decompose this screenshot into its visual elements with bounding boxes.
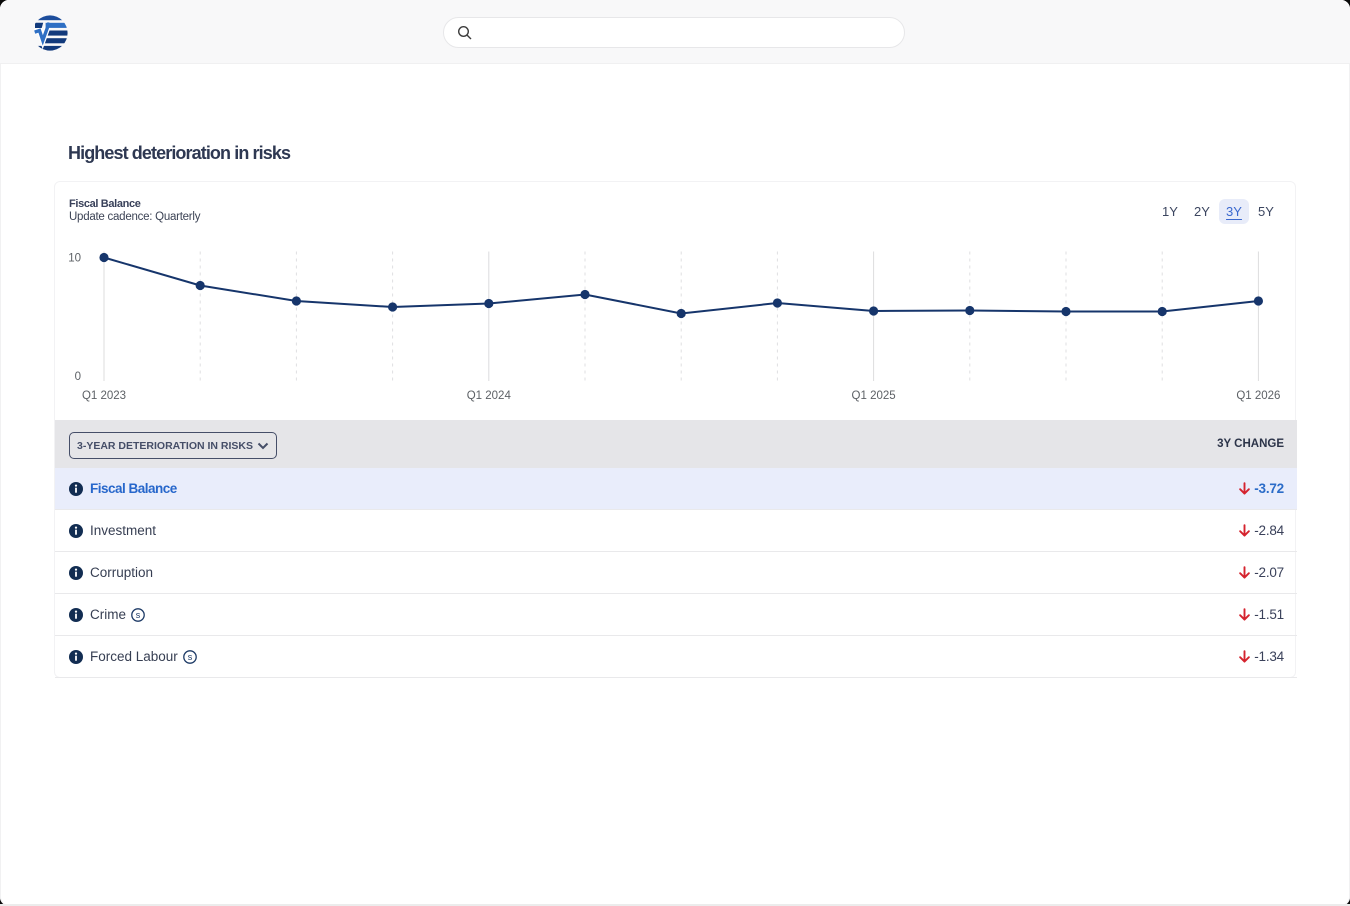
svg-text:10: 10 (68, 253, 81, 265)
svg-text:Q1 2026: Q1 2026 (1236, 390, 1280, 402)
svg-text:Q1 2023: Q1 2023 (82, 390, 126, 402)
svg-text:0: 0 (75, 371, 81, 383)
svg-text:Q1 2024: Q1 2024 (467, 390, 512, 402)
svg-text:s: s (188, 652, 193, 662)
svg-text:s: s (136, 610, 141, 620)
svg-text:Q1 2025: Q1 2025 (852, 390, 896, 402)
